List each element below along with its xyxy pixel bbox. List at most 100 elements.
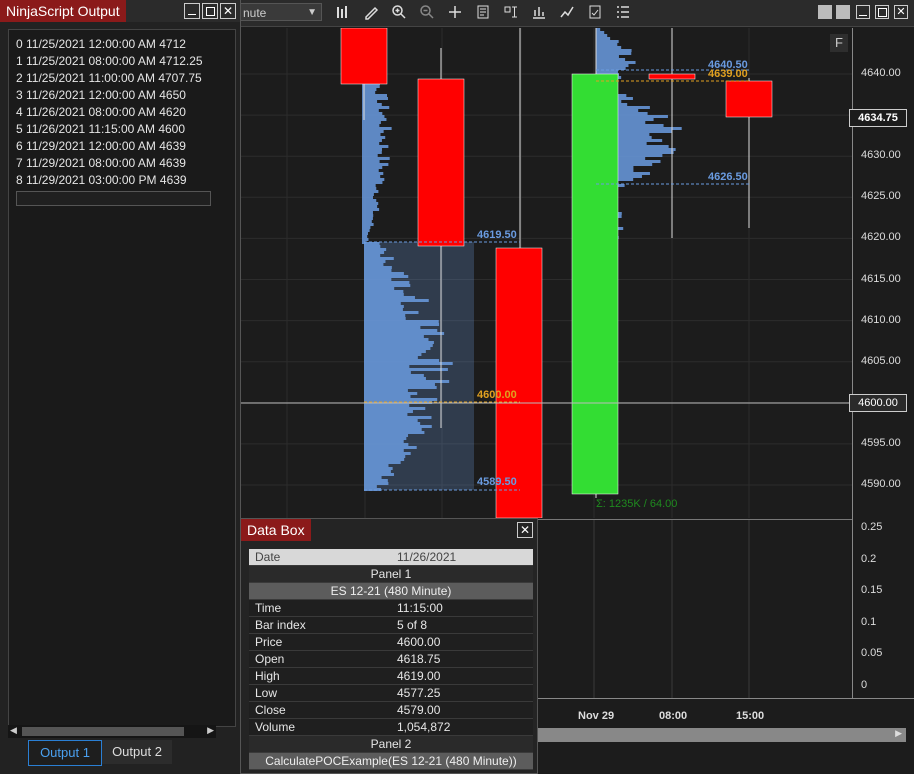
crosshair-icon[interactable] <box>446 4 464 22</box>
volume-profile-bar <box>362 118 387 121</box>
databox-row-value: 1,054,872 <box>397 720 451 734</box>
databox-row-value: 11:15:00 <box>397 601 443 615</box>
panel2-header: Panel 2 <box>249 736 533 753</box>
scroll-thumb[interactable] <box>22 727 184 736</box>
window-button-1[interactable] <box>818 5 832 19</box>
lower-tick: 0.15 <box>861 584 883 596</box>
zoom-out-icon[interactable] <box>418 4 436 22</box>
scroll-right-icon[interactable]: ▶ <box>895 728 902 739</box>
output-scrollbar[interactable]: ◀ ▶ <box>8 725 216 738</box>
panel1-header: Panel 1 <box>249 566 533 583</box>
output-line: 4 11/26/2021 08:00:00 AM 4620 <box>16 105 186 119</box>
volume-profile-bar <box>362 127 392 130</box>
output-title: NinjaScript Output <box>0 0 126 22</box>
close-icon[interactable]: ✕ <box>220 3 236 19</box>
bars-icon[interactable] <box>334 4 352 22</box>
volume-profile-bar <box>362 85 380 88</box>
interval-select[interactable]: nute ▼ <box>240 3 322 21</box>
volume-profile-bar <box>362 106 390 109</box>
price-axis[interactable]: 4640.004635.004630.004625.004620.004615.… <box>849 28 914 698</box>
chevron-down-icon: ▼ <box>307 7 317 18</box>
output-text-area[interactable]: 0 11/25/2021 12:00:00 AM 4712 1 11/25/20… <box>8 29 236 727</box>
list-icon[interactable] <box>614 4 632 22</box>
volume-profile-bar <box>596 43 618 46</box>
volume-profile-bar <box>362 217 373 220</box>
tab-output-1[interactable]: Output 1 <box>28 740 102 766</box>
crosshair-price-tag: 4600.00 <box>849 394 907 412</box>
databox-row: Price 4600.00 <box>249 634 533 651</box>
indicators-icon[interactable] <box>530 4 548 22</box>
volume-profile-bar <box>362 169 379 172</box>
databox-row-value: 4579.00 <box>397 703 441 717</box>
level-label-4626: 4626.50 <box>708 171 748 183</box>
minimize-icon[interactable] <box>184 3 200 19</box>
volume-note: Σ: 1235K / 64.00 <box>596 498 678 510</box>
volume-profile-bar <box>362 181 383 184</box>
properties-icon[interactable] <box>474 4 492 22</box>
volume-profile-bar <box>596 40 619 43</box>
price-tick: 4595.00 <box>861 436 901 449</box>
output-line: 5 11/26/2021 11:15:00 AM 4600 <box>16 122 186 136</box>
volume-profile-bar <box>362 121 381 124</box>
date-label: Date <box>255 550 281 564</box>
line-icon[interactable] <box>558 4 576 22</box>
volume-profile-bar <box>596 37 611 40</box>
volume-profile-bar <box>362 238 369 241</box>
volume-profile-bar <box>362 130 384 133</box>
price-panel[interactable]: F 4640.50 4639.00 4626.50 4619.50 4600.0… <box>240 28 852 518</box>
volume-profile-bar <box>362 157 390 160</box>
output-titlebar: NinjaScript Output ✕ <box>0 0 240 22</box>
volume-profile-bar <box>362 139 382 142</box>
data-box-window: Data Box ✕ Date 11/26/2021 Panel 1 ES 12… <box>240 518 538 774</box>
databox-row-value: 4577.25 <box>397 686 441 700</box>
price-tick: 4615.00 <box>861 272 901 285</box>
level-label-4589: 4589.50 <box>477 476 517 488</box>
price-tick: 4605.00 <box>861 354 901 367</box>
volume-profile-bar <box>362 115 385 118</box>
date-value: 11/26/2021 <box>397 550 457 564</box>
databox-row-value: 4619.00 <box>397 669 441 683</box>
close-icon[interactable]: ✕ <box>517 522 533 538</box>
volume-profile-bar <box>362 202 379 205</box>
databox-date-row: Date 11/26/2021 <box>249 549 533 566</box>
time-label-0800: 08:00 <box>659 710 688 722</box>
tab-output-2[interactable]: Output 2 <box>102 740 172 764</box>
instrument-row: ES 12-21 (480 Minute) <box>249 583 533 600</box>
databox-row: Open 4618.75 <box>249 651 533 668</box>
volume-profile-bar <box>362 151 382 154</box>
window-button-2[interactable] <box>836 5 850 19</box>
templates-icon[interactable] <box>586 4 604 22</box>
output-input-box[interactable] <box>16 191 211 206</box>
volume-profile-bar <box>596 28 601 31</box>
interval-value: nute <box>243 6 267 20</box>
scroll-right-icon[interactable]: ▶ <box>207 725 214 736</box>
candle-up <box>571 73 619 495</box>
strategy-icon[interactable] <box>502 4 520 22</box>
output-line: 1 11/25/2021 08:00:00 AM 4712.25 <box>16 54 203 68</box>
chart-toolbar: nute ▼ ✕ <box>240 0 914 27</box>
volume-profile-bar <box>596 58 626 61</box>
volume-profile-bar <box>362 97 388 100</box>
volume-profile-bar <box>362 154 378 157</box>
maximize-icon[interactable] <box>875 5 889 19</box>
databox-row: Bar index 5 of 8 <box>249 617 533 634</box>
volume-profile-bar <box>362 199 377 202</box>
maximize-icon[interactable] <box>202 3 218 19</box>
close-icon[interactable]: ✕ <box>894 5 908 19</box>
volume-profile-bar <box>362 103 382 106</box>
databox-row-label: Close <box>255 703 286 717</box>
volume-profile-bar <box>596 55 619 58</box>
databox-row: Time 11:15:00 <box>249 600 533 617</box>
zoom-in-icon[interactable] <box>390 4 408 22</box>
chart-f-button[interactable]: F <box>830 34 848 52</box>
minimize-icon[interactable] <box>856 5 870 19</box>
volume-profile-bar <box>362 229 370 232</box>
volume-profile-bar <box>362 223 374 226</box>
level-label-4600: 4600.00 <box>477 389 517 401</box>
pencil-icon[interactable] <box>362 4 380 22</box>
lower-tick: 0.1 <box>861 615 877 628</box>
price-tick: 4590.00 <box>861 478 901 490</box>
chart-scrollbar[interactable]: ▶ <box>530 728 906 742</box>
scroll-left-icon[interactable]: ◀ <box>10 725 17 736</box>
volume-profile-bar <box>362 193 374 196</box>
